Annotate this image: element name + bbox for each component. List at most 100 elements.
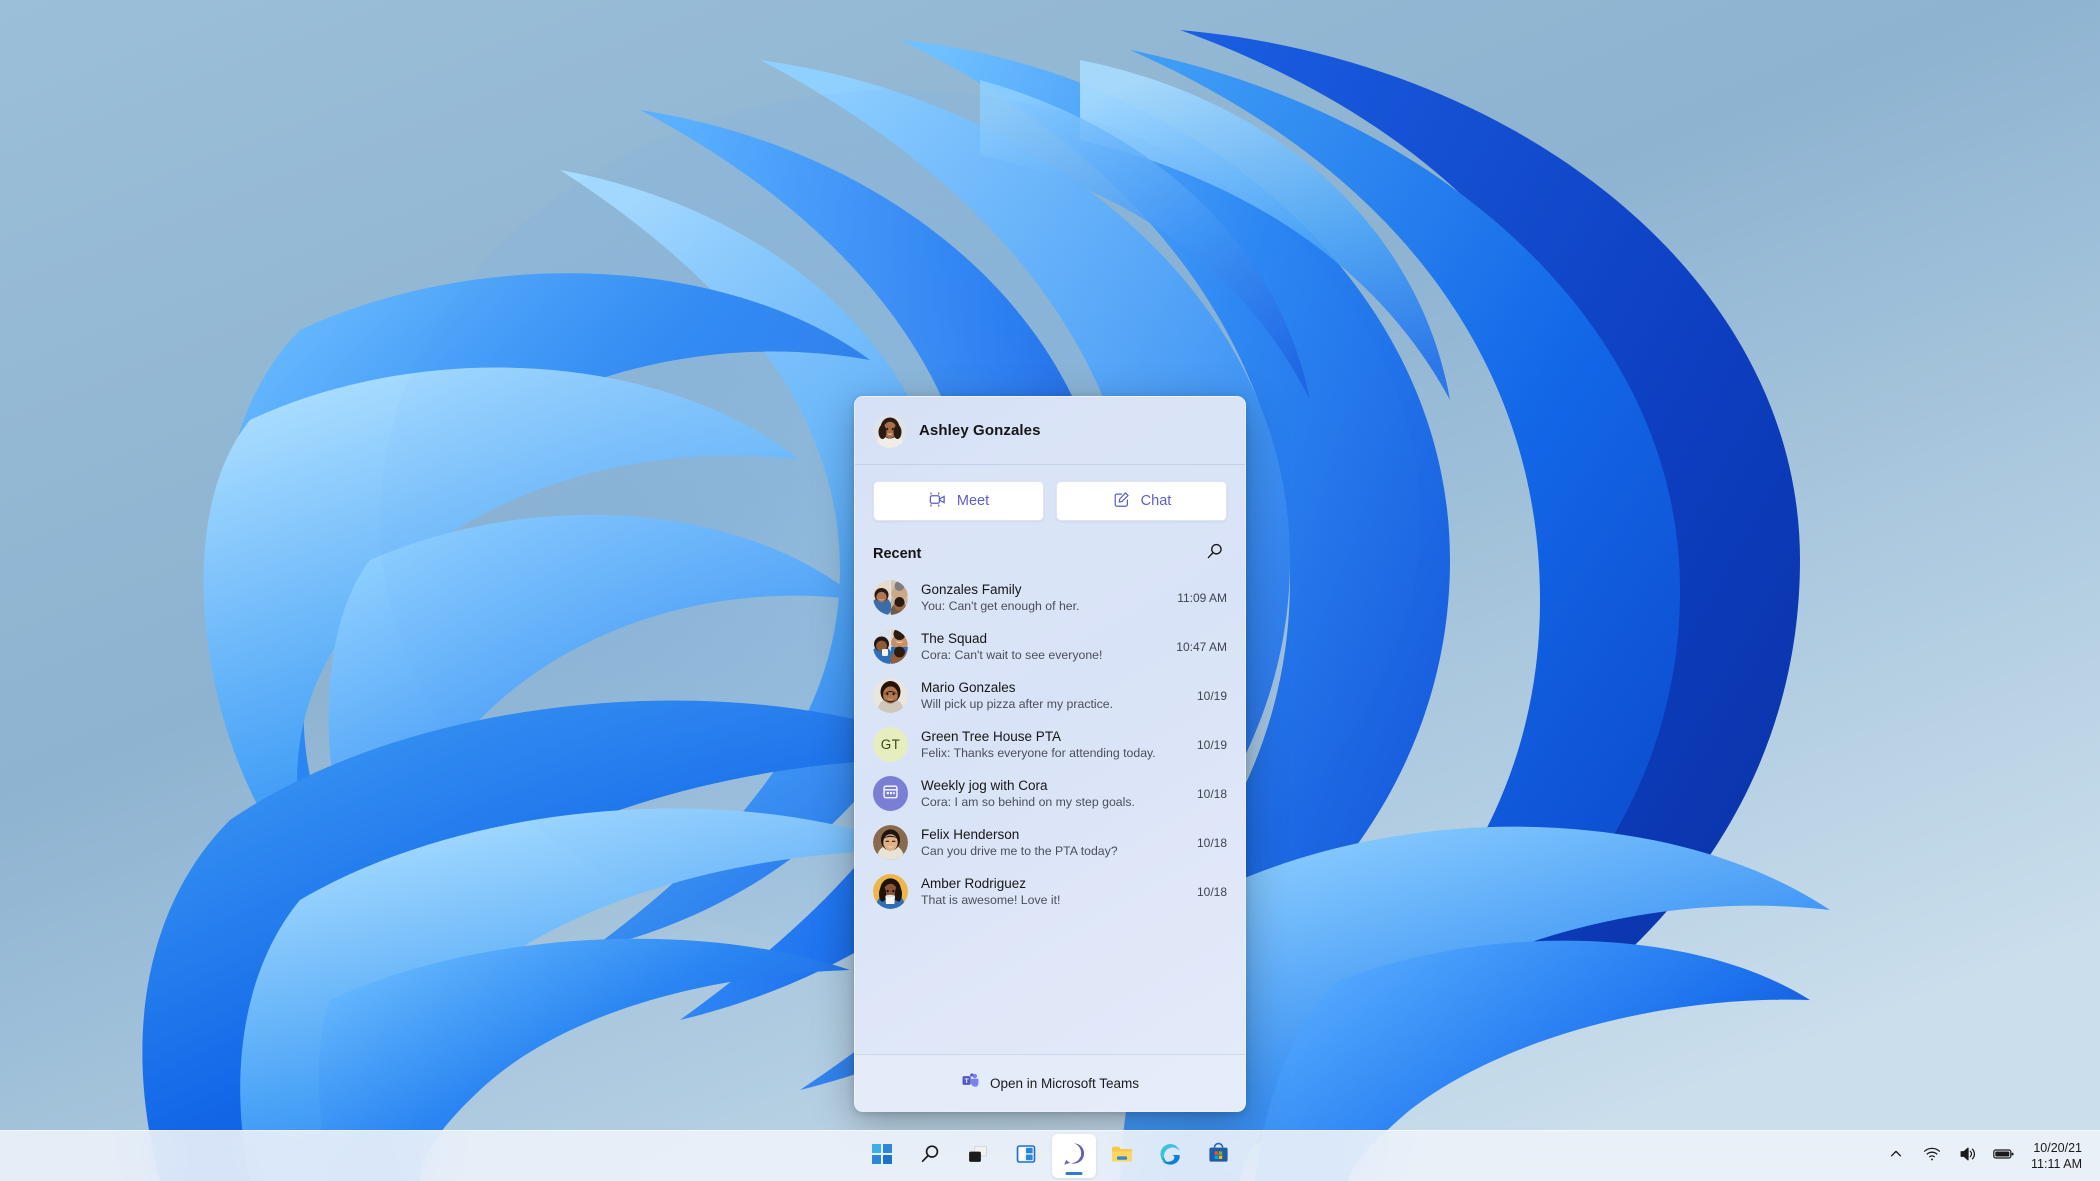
ashley-gonzales-avatar: [873, 413, 907, 448]
list-item-time: 10:47 AM: [1176, 639, 1227, 654]
green-tree-house-pta-avatar: GT: [873, 727, 908, 762]
svg-text:T: T: [965, 1078, 969, 1085]
list-item[interactable]: Felix Henderson Can you drive me to the …: [855, 818, 1245, 867]
volume-button[interactable]: [1957, 1146, 1979, 1168]
widgets-icon: [1015, 1143, 1037, 1170]
list-item-preview: Can you drive me to the PTA today?: [921, 844, 1118, 858]
list-item-title: Amber Rodriguez: [921, 876, 1027, 891]
chevron-up-icon: [1889, 1147, 1903, 1166]
list-item-preview: Cora: Can't wait to see everyone!: [921, 648, 1103, 662]
avatar-photo: [873, 874, 908, 909]
battery-button[interactable]: [1993, 1146, 2015, 1168]
list-item-text: The Squad Cora: Can't wait to see everyo…: [921, 631, 1155, 662]
teams-logo: T: [962, 1073, 979, 1087]
list-item-title: Felix Henderson: [921, 827, 1020, 842]
open-in-teams-label: Open in Microsoft Teams: [989, 1075, 1140, 1091]
teams-chat-button[interactable]: [1052, 1134, 1096, 1178]
microsoft-store-button[interactable]: [1196, 1134, 1240, 1178]
list-item-title: Mario Gonzales: [921, 680, 1016, 695]
teams-chat-icon: [1061, 1141, 1087, 1172]
recent-header-row: Recent: [855, 525, 1245, 573]
list-item-time: 10/19: [1196, 688, 1227, 703]
speaker-icon: [1959, 1145, 1977, 1168]
tray-overflow-button[interactable]: [1885, 1146, 1907, 1168]
list-item-text: Green Tree House PTA Felix: Thanks every…: [921, 729, 1176, 760]
list-item-text: Amber Rodriguez That is awesome! Love it…: [921, 876, 1176, 907]
teams-chat-flyout: Ashley Gonzales Meet Chat Recent Gonzale…: [854, 396, 1246, 1112]
windows-logo-icon: [871, 1143, 893, 1170]
list-item-title: Green Tree House PTA: [921, 729, 1062, 744]
open-in-teams-button[interactable]: T Open in Microsoft Teams: [855, 1054, 1245, 1111]
list-item[interactable]: GT Green Tree House PTA Felix: Thanks ev…: [855, 720, 1245, 769]
list-item[interactable]: Gonzales Family You: Can't get enough of…: [855, 573, 1245, 622]
store-icon: [1207, 1142, 1230, 1170]
list-item-preview: Cora: I am so behind on my step goals.: [921, 795, 1135, 809]
flyout-user-name: Ashley Gonzales: [919, 422, 1041, 439]
battery-icon: [1993, 1147, 2015, 1166]
gonzales-family-group-avatar: [873, 580, 908, 615]
list-item-preview: Felix: Thanks everyone for attending tod…: [921, 746, 1156, 760]
list-item-time: 11:09 AM: [1177, 590, 1227, 605]
felix-henderson-avatar: [873, 825, 908, 860]
microsoft-teams-icon: T: [961, 1071, 980, 1095]
group-avatar-photo: [873, 629, 908, 664]
search-button[interactable]: [1201, 541, 1227, 567]
recent-conversation-list: Gonzales Family You: Can't get enough of…: [855, 573, 1245, 1054]
edge-icon: [1158, 1142, 1182, 1171]
meet-button-label: Meet: [956, 493, 990, 509]
list-item-title: Weekly jog with Cora: [921, 778, 1048, 793]
search-button[interactable]: [908, 1134, 952, 1178]
list-item[interactable]: Amber Rodriguez That is awesome! Love it…: [855, 867, 1245, 916]
list-item-title: Gonzales Family: [921, 582, 1022, 597]
recent-title: Recent: [873, 546, 922, 562]
calendar-icon: [881, 782, 900, 806]
action-button-row: Meet Chat: [855, 465, 1245, 525]
system-tray: 10/20/21 11:11 AM: [1885, 1131, 2088, 1181]
mario-gonzales-avatar: [873, 678, 908, 713]
avatar-photo: [873, 678, 908, 713]
list-item[interactable]: Mario Gonzales Will pick up pizza after …: [855, 671, 1245, 720]
group-avatar-photo: [873, 580, 908, 615]
avatar-photo: [873, 413, 907, 448]
avatar-photo: [873, 825, 908, 860]
list-item-preview: You: Can't get enough of her.: [921, 599, 1080, 613]
the-squad-group-avatar: [873, 629, 908, 664]
amber-rodriguez-avatar: [873, 874, 908, 909]
task-view-icon: [967, 1143, 989, 1170]
list-item-time: 10/18: [1196, 786, 1227, 801]
taskbar: 10/20/21 11:11 AM: [0, 1130, 2100, 1181]
network-button[interactable]: [1921, 1146, 1943, 1168]
clock-button[interactable]: 10/20/21 11:11 AM: [2029, 1141, 2088, 1172]
weekly-jog-with-cora-avatar: [873, 776, 908, 811]
edge-button[interactable]: [1148, 1134, 1192, 1178]
task-view-button[interactable]: [956, 1134, 1000, 1178]
file-explorer-button[interactable]: [1100, 1134, 1144, 1178]
chat-button-label: Chat: [1140, 493, 1172, 509]
taskbar-date: 10/20/21: [2033, 1140, 2082, 1155]
meet-button[interactable]: Meet: [873, 481, 1044, 521]
list-item-time: 10/19: [1196, 737, 1227, 752]
video-camera-icon: [928, 490, 947, 513]
list-item-text: Mario Gonzales Will pick up pizza after …: [921, 680, 1176, 711]
taskbar-time: 11:11 AM: [2031, 1156, 2082, 1171]
list-item-text: Gonzales Family You: Can't get enough of…: [921, 582, 1156, 613]
desktop-screen: Ashley Gonzales Meet Chat Recent Gonzale…: [0, 0, 2100, 1181]
list-item-text: Weekly jog with Cora Cora: I am so behin…: [921, 778, 1176, 809]
list-item-preview: That is awesome! Love it!: [921, 893, 1061, 907]
list-item-time: 10/18: [1196, 884, 1227, 899]
list-item[interactable]: The Squad Cora: Can't wait to see everyo…: [855, 622, 1245, 671]
list-item-preview: Will pick up pizza after my practice.: [921, 697, 1114, 711]
wifi-icon: [1923, 1145, 1941, 1168]
widgets-button[interactable]: [1004, 1134, 1048, 1178]
list-item-time: 10/18: [1196, 835, 1227, 850]
compose-chat-icon: [1112, 490, 1131, 513]
flyout-header: Ashley Gonzales: [855, 397, 1245, 465]
start-button[interactable]: [860, 1134, 904, 1178]
folder-icon: [1110, 1142, 1134, 1171]
search-icon: [1205, 542, 1224, 566]
list-item[interactable]: Weekly jog with Cora Cora: I am so behin…: [855, 769, 1245, 818]
chat-button[interactable]: Chat: [1056, 481, 1227, 521]
taskbar-button-group: [860, 1134, 1240, 1178]
list-item-text: Felix Henderson Can you drive me to the …: [921, 827, 1176, 858]
avatar-initials: GT: [880, 737, 901, 752]
